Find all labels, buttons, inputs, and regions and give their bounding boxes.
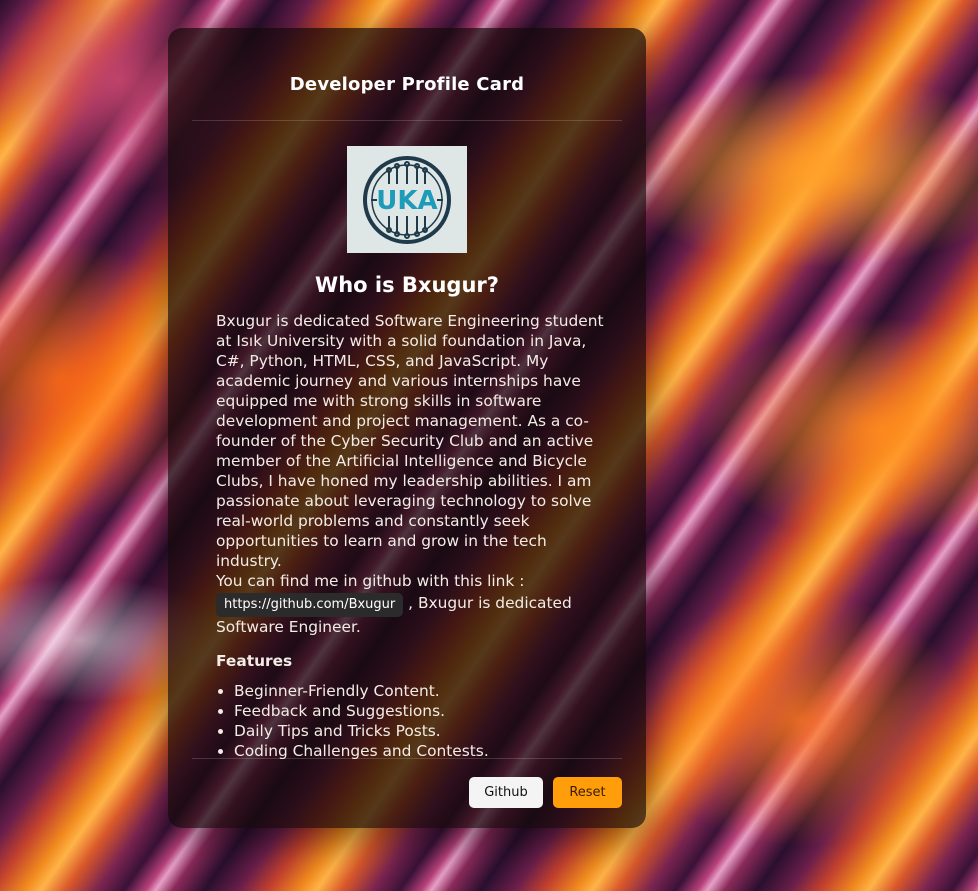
profile-card: Developer Profile Card UKA Who is Bxugur… (168, 28, 646, 828)
github-button[interactable]: Github (469, 777, 543, 808)
logo-text: UKA (376, 186, 437, 216)
profile-content: Bxugur is dedicated Software Engineering… (216, 311, 606, 761)
profile-heading: Who is Bxugur? (315, 273, 499, 297)
card-title: Developer Profile Card (289, 74, 525, 95)
header-divider (192, 120, 622, 121)
features-title: Features (216, 652, 293, 670)
reset-button[interactable]: Reset (553, 777, 622, 808)
circuit-logo-icon: UKA (363, 155, 451, 244)
feature-item: Feedback and Suggestions. (234, 701, 606, 721)
link-intro: You can find me in github with this link… (216, 572, 525, 590)
profile-logo: UKA (347, 146, 467, 253)
github-link[interactable]: https://github.com/Bxugur (216, 593, 404, 617)
link-line: https://github.com/Bxugur , Bxugur is de… (216, 591, 606, 637)
feature-item: Beginner-Friendly Content. (234, 681, 606, 701)
features-list: Beginner-Friendly Content. Feedback and … (216, 681, 606, 761)
feature-item: Daily Tips and Tricks Posts. (234, 721, 606, 741)
footer-divider (192, 758, 622, 759)
profile-bio: Bxugur is dedicated Software Engineering… (216, 312, 604, 570)
